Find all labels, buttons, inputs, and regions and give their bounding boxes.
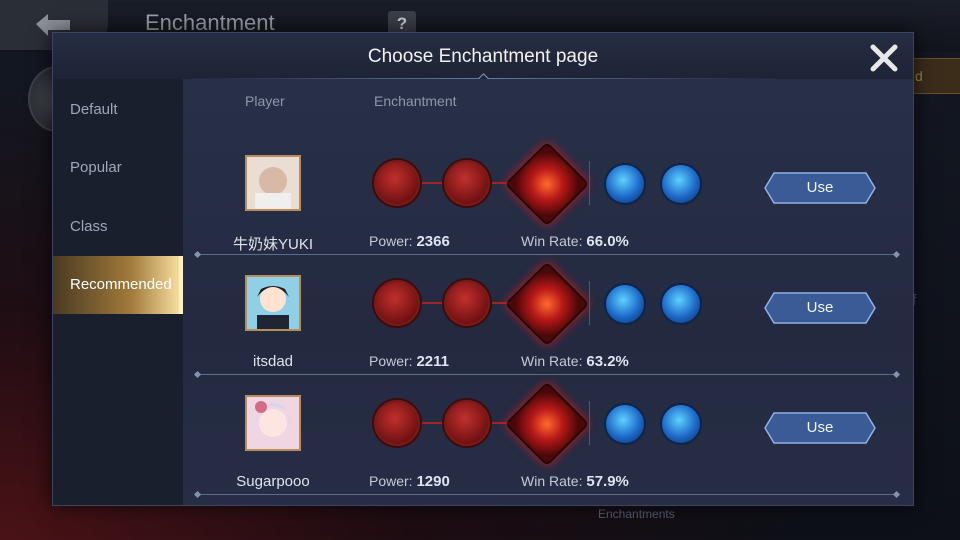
use-button[interactable]: Use xyxy=(764,172,876,204)
blue-feather-icon[interactable] xyxy=(660,163,702,205)
player-avatar xyxy=(245,275,301,331)
sidebar-item-class[interactable]: Class xyxy=(53,198,183,256)
column-header-enchantment: Enchantment xyxy=(374,93,457,109)
player-name: Sugarpooo xyxy=(236,473,310,490)
skill-divider xyxy=(589,401,590,445)
table-row[interactable]: itsdad Power: 2211 Win Rate: 63.2% Use xyxy=(183,245,913,375)
blue-wave-icon[interactable] xyxy=(604,283,646,325)
column-header-player: Player xyxy=(245,93,285,109)
sprint-icon[interactable] xyxy=(372,398,422,448)
spearhead-icon[interactable] xyxy=(442,278,492,328)
blue-feather-icon[interactable] xyxy=(660,403,702,445)
sidebar-item-recommended[interactable]: Recommended xyxy=(53,256,183,314)
row-divider xyxy=(197,494,897,495)
core-rune-icon[interactable] xyxy=(504,261,590,347)
blue-feather-icon[interactable] xyxy=(660,283,702,325)
sidebar-item-default[interactable]: Default xyxy=(53,81,183,139)
table-row[interactable]: 牛奶妹YUKI Power: 2366 Win Rate: 66.0% Use xyxy=(183,125,913,255)
sprint-icon[interactable] xyxy=(372,278,422,328)
close-icon xyxy=(870,44,898,72)
sidebar-item-popular[interactable]: Popular xyxy=(53,139,183,197)
core-rune-icon[interactable] xyxy=(504,381,590,467)
power-value: 1290 xyxy=(416,473,450,490)
use-button-label: Use xyxy=(806,179,834,196)
category-sidebar: Default Popular Class Recommended xyxy=(53,79,183,505)
core-rune-icon[interactable] xyxy=(504,141,590,227)
winrate-label: Win Rate: xyxy=(521,473,583,489)
recommendation-list: Player Enchantment 牛奶妹YUKI Power: 2366 W… xyxy=(183,79,913,505)
winrate-stat: Win Rate: 57.9% xyxy=(521,473,629,490)
modal-title: Choose Enchantment page xyxy=(367,46,599,67)
use-button-label: Use xyxy=(806,299,834,316)
table-row[interactable]: Sugarpooo Power: 1290 Win Rate: 57.9% Us… xyxy=(183,365,913,495)
spearhead-icon[interactable] xyxy=(442,398,492,448)
blue-wave-icon[interactable] xyxy=(604,403,646,445)
use-button-label: Use xyxy=(806,419,834,436)
close-button[interactable] xyxy=(867,41,901,75)
power-stat: Power: 1290 xyxy=(369,473,450,490)
skill-divider xyxy=(589,281,590,325)
footer-label: Enchantments xyxy=(598,507,675,521)
player-avatar xyxy=(245,155,301,211)
choose-enchantment-modal: Choose Enchantment page Default Popular … xyxy=(52,32,914,506)
skill-divider xyxy=(589,161,590,205)
sprint-icon[interactable] xyxy=(372,158,422,208)
spearhead-icon[interactable] xyxy=(442,158,492,208)
power-label: Power: xyxy=(369,473,413,489)
winrate-value: 57.9% xyxy=(586,473,629,490)
blue-wave-icon[interactable] xyxy=(604,163,646,205)
player-avatar xyxy=(245,395,301,451)
use-button[interactable]: Use xyxy=(764,412,876,444)
use-button[interactable]: Use xyxy=(764,292,876,324)
